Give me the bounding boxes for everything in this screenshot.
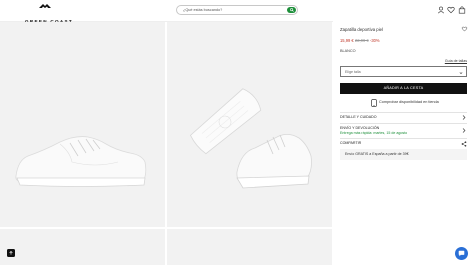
search-button[interactable] (287, 7, 296, 13)
sneaker-side-image (15, 136, 147, 187)
color-label: BLANCO (340, 49, 356, 53)
divider (340, 138, 467, 139)
product-image-3[interactable] (0, 229, 165, 265)
section-share[interactable]: COMPARTIR (340, 141, 361, 145)
user-icon[interactable] (437, 6, 445, 14)
product-image-4[interactable] (167, 229, 332, 265)
product-image-side[interactable] (0, 22, 165, 227)
price-original: 22,99 € (355, 38, 369, 43)
store-availability-link[interactable]: Comprobar disponibilidad en tienda (379, 100, 439, 104)
size-guide-link[interactable]: Guía de tallas (445, 59, 467, 63)
product-info-panel: Zapatilla deportiva piel 15,99 € 22,99 €… (333, 21, 475, 265)
size-select[interactable]: Elige talla (340, 66, 467, 77)
section-shipping-returns[interactable]: ENVÍO Y DEVOLUCIÓN (340, 126, 379, 130)
search-icon (289, 7, 294, 12)
logo-icon (39, 4, 51, 8)
sneaker-pair-image (189, 88, 312, 189)
price-current: 15,99 € (340, 38, 354, 43)
scroll-top-button[interactable] (7, 249, 15, 257)
phone-store-icon (371, 99, 377, 107)
chevron-right-icon[interactable] (462, 115, 466, 120)
size-select-value: Elige talla (345, 70, 361, 74)
wishlist-heart-icon[interactable] (461, 26, 468, 32)
bag-icon[interactable] (458, 6, 466, 14)
search-input[interactable]: ¿Qué estás buscando? (183, 8, 222, 12)
section-detail-care[interactable]: DETALLE Y CUIDADO (340, 115, 377, 119)
discount-badge: -30% (370, 38, 380, 43)
heart-icon[interactable] (447, 6, 455, 14)
product-image-pair[interactable] (167, 22, 332, 227)
add-to-cart-button[interactable]: AÑADIR A LA CESTA (340, 83, 467, 94)
divider (340, 112, 467, 113)
arrow-up-icon (9, 251, 13, 255)
product-title: Zapatilla deportiva piel (340, 27, 383, 32)
chevron-down-icon (459, 71, 463, 74)
chat-icon (458, 250, 465, 257)
search-bar[interactable]: ¿Qué estás buscando? (176, 5, 298, 15)
divider (340, 123, 467, 124)
free-shipping-text: Envío GRATIS a España a partir de 39€ (345, 152, 409, 156)
delivery-estimate: Entrega más rápida: martes, 15 de agosto (340, 131, 408, 135)
chat-button[interactable] (455, 247, 468, 260)
header: GREEN COAST ¿Qué estás buscando? (0, 0, 475, 24)
chevron-right-icon[interactable] (462, 128, 466, 133)
share-icon[interactable] (461, 140, 467, 147)
